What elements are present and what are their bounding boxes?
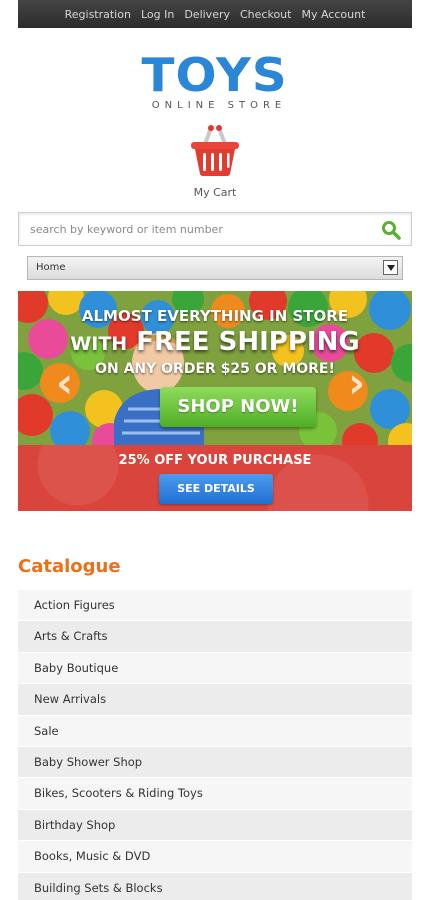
my-cart[interactable]: My Cart [0,124,430,199]
nav-link-delivery[interactable]: Delivery [179,8,235,21]
search-input[interactable] [19,213,359,245]
shop-now-button[interactable]: SHOP NOW! [160,387,316,427]
promo-free-shipping-text: FREE SHIPPING [136,327,360,357]
carousel-prev-icon[interactable]: ‹ [56,362,78,404]
navigation-select-value: Home [36,262,66,273]
catalogue-title: Catalogue [18,556,121,577]
basket-icon[interactable] [187,124,243,178]
navigation-select[interactable]: Home [27,256,403,280]
nav-link-registration[interactable]: Registration [60,8,136,21]
catalogue-item-bikes-scooters[interactable]: Bikes, Scooters & Riding Toys [18,778,412,810]
catalogue-item-sale[interactable]: Sale [18,715,412,747]
catalogue-list: Action Figures Arts & Crafts Baby Boutiq… [18,590,412,900]
catalogue-item-building-sets[interactable]: Building Sets & Blocks [18,872,412,900]
catalogue-item-new-arrivals[interactable]: New Arrivals [18,684,412,716]
nav-link-checkout[interactable]: Checkout [235,8,296,21]
store-logo[interactable]: TOYS ONLINE STORE [0,52,430,111]
top-nav-bar: Registration Log In Delivery Checkout My… [18,0,412,28]
catalogue-item-arts-crafts[interactable]: Arts & Crafts [18,621,412,653]
logo-title: TOYS [141,48,289,102]
discount-text: 25% OFF YOUR PURCHASE [118,453,312,468]
see-details-button[interactable]: SEE DETAILS [159,474,273,504]
catalogue-item-birthday-shop[interactable]: Birthday Shop [18,809,412,842]
catalogue-item-baby-boutique[interactable]: Baby Boutique [18,652,412,685]
promo-with: WITH [70,333,128,355]
catalogue-item-baby-shower-shop[interactable]: Baby Shower Shop [18,746,412,779]
promo-headline: ALMOST EVERYTHING IN STORE [81,307,349,325]
promo-banner[interactable]: ALMOST EVERYTHING IN STORE WITH FREE SHI… [18,291,412,511]
ball-pit-image: ALMOST EVERYTHING IN STORE WITH FREE SHI… [18,291,412,445]
cart-label: My Cart [193,186,237,199]
catalogue-item-books-music-dvd[interactable]: Books, Music & DVD [18,841,412,873]
carousel-next-icon[interactable]: › [348,362,370,404]
nav-link-my-account[interactable]: My Account [296,8,370,21]
chevron-down-icon[interactable] [383,260,398,275]
catalogue-item-action-figures[interactable]: Action Figures [18,590,412,622]
search-icon[interactable] [381,220,401,240]
discount-strip: 25% OFF YOUR PURCHASE SEE DETAILS [18,445,412,511]
promo-free-shipping: WITH FREE SHIPPING [18,327,412,357]
search-bar [18,212,412,246]
nav-link-login[interactable]: Log In [136,8,179,21]
